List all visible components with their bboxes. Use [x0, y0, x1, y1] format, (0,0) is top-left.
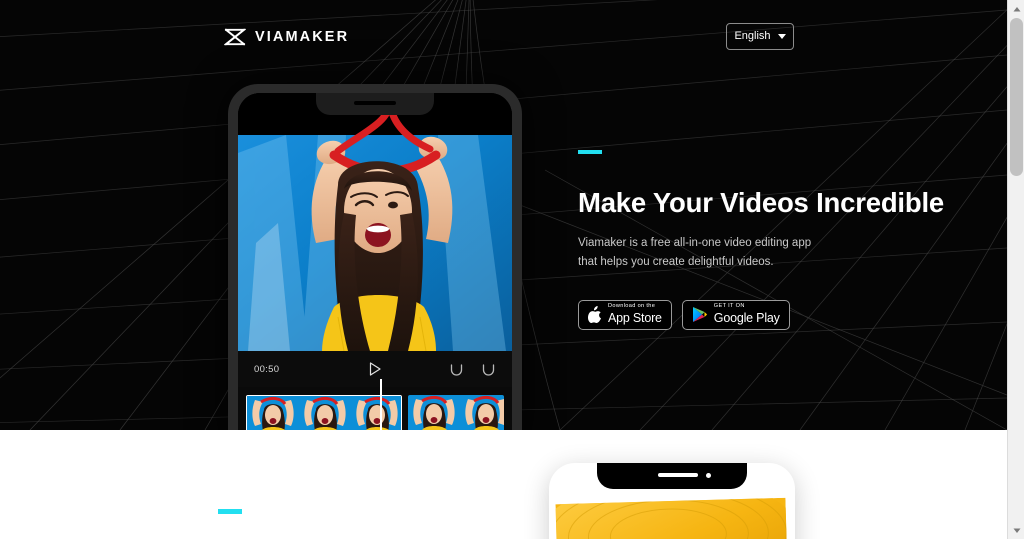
scroll-down-arrow-icon[interactable]	[1008, 522, 1024, 539]
second-section	[0, 430, 1007, 539]
clip-thumbnail	[247, 396, 299, 430]
hero-subtitle: Viamaker is a free all-in-one video edit…	[578, 237, 812, 268]
phone-screen: 00:50	[238, 93, 512, 430]
app-store-button[interactable]: Download on the App Store	[578, 299, 672, 330]
google-play-small-text: GET IT ON	[713, 303, 745, 310]
site-header: VIAMAKER English	[0, 0, 1007, 74]
accent-bar	[578, 150, 602, 154]
google-play-button[interactable]: GET IT ON Google Play	[681, 299, 790, 330]
app-store-large-text: App Store	[608, 311, 662, 326]
editor-timeline[interactable]	[238, 379, 512, 430]
notch-speaker-icon	[658, 473, 698, 477]
preview-photo	[238, 93, 512, 351]
google-play-large-text: Google Play	[713, 311, 780, 326]
clip-thumbnail-strip	[247, 396, 401, 430]
phone-notch	[316, 93, 434, 115]
clip-thumbnail	[408, 395, 460, 430]
google-play-icon	[692, 307, 707, 322]
hero-phone-mockup: 00:50	[228, 84, 522, 430]
video-timestamp: 00:50	[254, 363, 280, 375]
brand-logo[interactable]: VIAMAKER	[224, 28, 349, 46]
app-store-badges: Download on the App Store GET IT ON Goog…	[578, 299, 978, 330]
timeline-clip[interactable]	[246, 395, 402, 430]
clip-thumbnail	[460, 395, 504, 430]
redo-arrow-icon[interactable]	[481, 363, 496, 376]
brand-logo-text: VIAMAKER	[255, 28, 350, 45]
page-title: Make Your Videos Incredible	[578, 187, 944, 218]
language-label: English	[734, 30, 771, 42]
page-scrollbar[interactable]	[1007, 0, 1024, 539]
app-store-small-text: Download on the	[608, 303, 656, 310]
scrollbar-thumb[interactable]	[1010, 18, 1023, 176]
hero-section: VIAMAKER English 00:50 Make Your Videos …	[0, 0, 1007, 430]
timeline-playhead[interactable]	[380, 379, 382, 430]
notch-speaker-icon	[354, 101, 396, 105]
hero-copy: Make Your Videos Incredible Viamaker is …	[578, 150, 978, 330]
language-selector[interactable]: English	[726, 23, 794, 50]
play-triangle-icon[interactable]	[369, 362, 382, 376]
accent-bar-secondary	[218, 509, 242, 514]
undo-arrow-icon[interactable]	[449, 363, 464, 376]
page-viewport: VIAMAKER English 00:50 Make Your Videos …	[0, 0, 1007, 539]
clip-thumbnail	[351, 396, 401, 430]
secondary-phone-mockup	[549, 463, 795, 539]
video-preview[interactable]	[238, 93, 512, 351]
viamaker-bowtie-icon	[224, 28, 246, 46]
phone-notch-icon	[597, 463, 747, 489]
apple-logo-icon	[588, 306, 601, 323]
notch-camera-icon	[706, 473, 711, 478]
clip-thumbnail	[299, 396, 351, 430]
secondary-phone-photo	[555, 497, 789, 539]
video-control-bar: 00:50	[238, 351, 512, 387]
scroll-up-arrow-icon[interactable]	[1008, 0, 1024, 17]
chevron-down-icon	[777, 34, 786, 39]
clip-thumbnail-strip	[408, 395, 504, 430]
timeline-clip[interactable]	[408, 395, 504, 430]
